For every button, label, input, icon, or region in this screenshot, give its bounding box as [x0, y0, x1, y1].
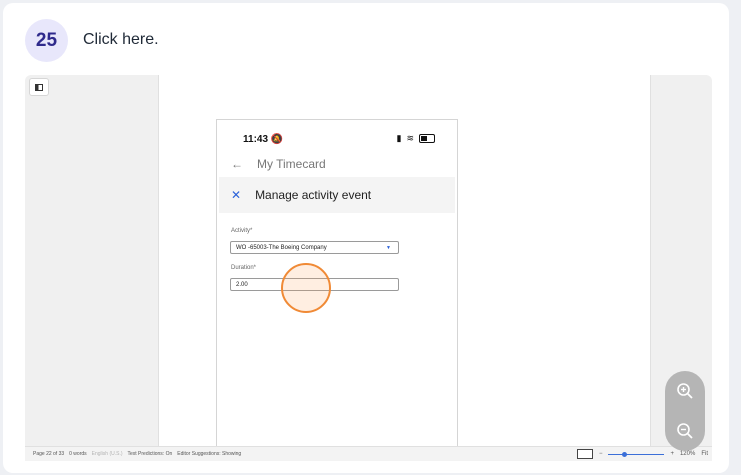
status-bar: Page 22 of 33 0 words English (U.S.) Tex… — [25, 446, 712, 461]
zoom-slider-thumb[interactable] — [622, 451, 628, 457]
sidebar-toggle-button[interactable] — [29, 78, 49, 96]
page-count[interactable]: Page 22 of 33 — [33, 451, 64, 457]
phone-time: 11:43 🔕 — [243, 134, 284, 145]
text-predictions-status[interactable]: Text Predictions: On — [128, 451, 173, 457]
zoom-out-icon[interactable] — [676, 422, 694, 440]
print-layout-button[interactable] — [576, 449, 593, 459]
back-arrow-icon[interactable]: ← — [231, 157, 243, 171]
signal-icon: ▮ — [396, 133, 402, 143]
dropdown-arrow-icon: ▼ — [386, 245, 391, 251]
phone-status-icons: ▮ ≋ — [396, 133, 435, 144]
zoom-in-plus[interactable]: + — [670, 451, 674, 457]
modal-header: ✕ Manage activity event — [219, 177, 455, 213]
fit-button[interactable]: Fit — [701, 451, 708, 457]
zoom-level[interactable]: 120% — [680, 451, 695, 457]
click-target-highlight[interactable] — [281, 263, 331, 313]
app-header: ← My Timecard — [231, 157, 326, 171]
language-indicator[interactable]: English (U.S.) — [92, 451, 123, 457]
bell-slash-icon: 🔕 — [270, 134, 284, 145]
editor-suggestions-status[interactable]: Editor Suggestions: Showing — [177, 451, 241, 457]
close-icon[interactable]: ✕ — [231, 188, 241, 202]
wifi-icon: ≋ — [406, 133, 414, 143]
duration-label: Duration* — [231, 265, 257, 271]
header-title: My Timecard — [257, 157, 326, 171]
zoom-in-icon[interactable] — [676, 382, 694, 400]
battery-icon — [419, 134, 435, 143]
zoom-out-minus[interactable]: − — [599, 451, 603, 457]
document-page: 11:43 🔕 ▮ ≋ ← My Timecard ✕ Manage activ… — [158, 75, 651, 447]
phone-screenshot: 11:43 🔕 ▮ ≋ ← My Timecard ✕ Manage activ… — [216, 119, 458, 447]
sidebar-toggle-icon — [35, 83, 43, 91]
zoom-controls — [665, 371, 705, 451]
activity-value: WO -65003-The Boeing Company — [236, 244, 327, 251]
zoom-slider[interactable] — [608, 451, 665, 457]
activity-dropdown[interactable]: WO -65003-The Boeing Company ▼ — [230, 241, 399, 254]
duration-value: 2.00 — [236, 281, 248, 288]
document-viewer: 11:43 🔕 ▮ ≋ ← My Timecard ✕ Manage activ… — [25, 75, 712, 461]
step-number-badge: 25 — [25, 19, 68, 62]
step-instruction: Click here. — [83, 31, 159, 48]
modal-title: Manage activity event — [255, 188, 372, 202]
activity-label: Activity* — [231, 228, 253, 234]
word-count[interactable]: 0 words — [69, 451, 87, 457]
